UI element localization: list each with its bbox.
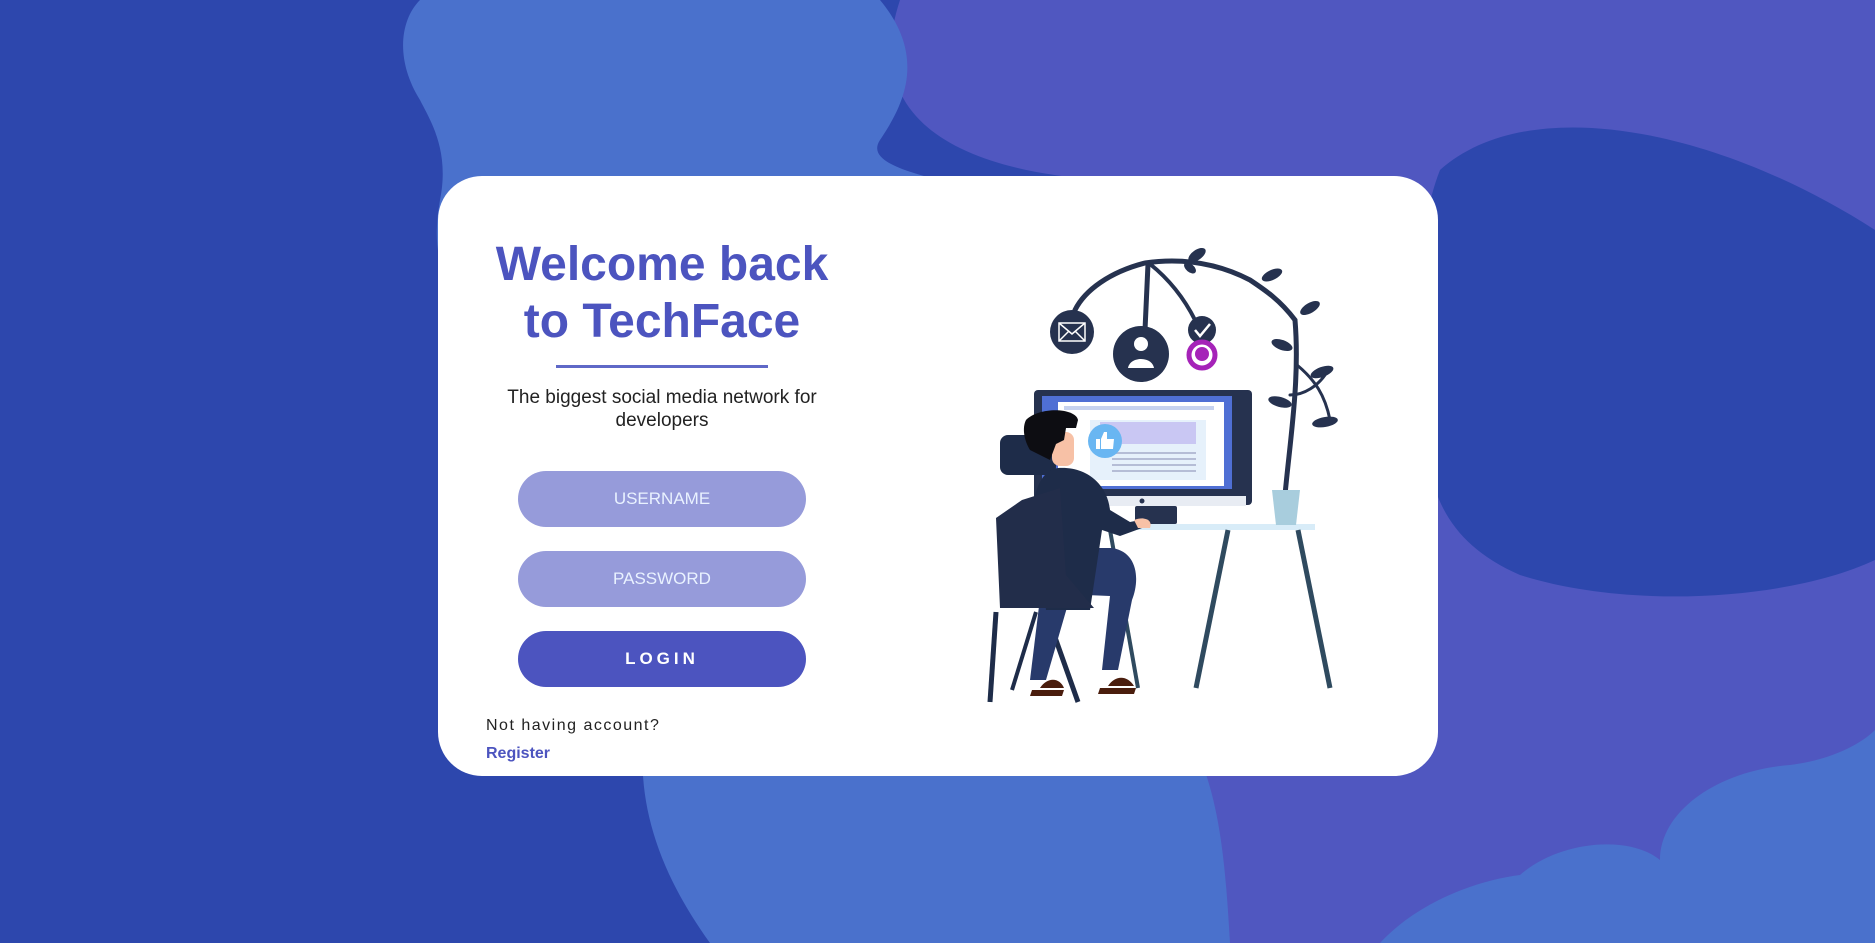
username-input[interactable]	[518, 471, 806, 527]
register-link[interactable]: Register	[486, 745, 550, 763]
no-account-text: Not having account?	[486, 717, 661, 734]
welcome-title-line1: Welcome back	[495, 238, 829, 291]
welcome-title-line2: to TechFace	[523, 295, 801, 348]
login-button[interactable]: LOGIN	[518, 631, 806, 687]
title-divider	[556, 365, 768, 368]
thumbs-up-icon	[1088, 424, 1122, 458]
chat-icon	[1186, 339, 1218, 371]
plant-pot	[1272, 490, 1300, 525]
subtitle: The biggest social media network for dev…	[507, 387, 817, 431]
welcome-title: Welcome back to TechFace	[482, 236, 842, 350]
developer-illustration	[987, 247, 1338, 703]
password-input[interactable]	[518, 551, 806, 607]
mail-icon	[1050, 310, 1094, 354]
user-icon	[1113, 326, 1169, 382]
